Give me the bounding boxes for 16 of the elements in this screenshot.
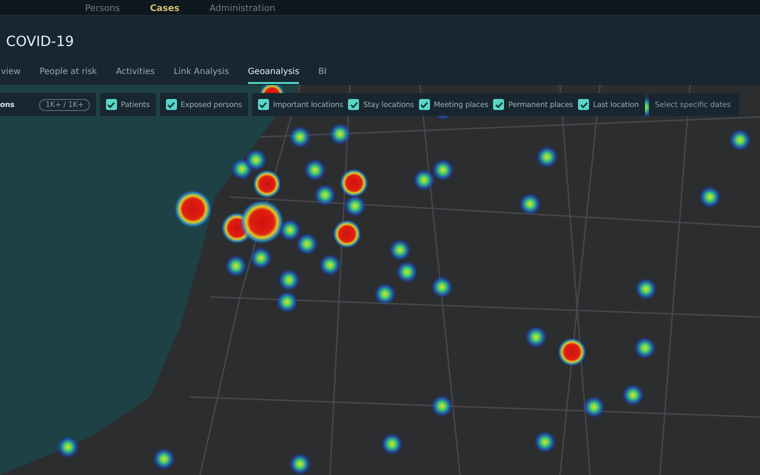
tab[interactable]: Activities	[116, 67, 155, 84]
tab[interactable]: People at risk	[40, 67, 97, 84]
tab[interactable]: Link Analysis	[174, 67, 229, 84]
checkbox-icon[interactable]	[578, 99, 590, 110]
nav-link[interactable]: Administration	[209, 4, 276, 16]
nav-link[interactable]: Cases	[150, 4, 180, 16]
checkbox-icon[interactable]	[348, 99, 360, 110]
checkbox-icon[interactable]	[166, 99, 177, 110]
checkbox-icon[interactable]	[106, 99, 117, 110]
checkbox-icon[interactable]	[493, 99, 504, 110]
tab[interactable]: view	[1, 67, 21, 84]
checkbox-icon[interactable]	[258, 99, 269, 110]
checkbox-icon[interactable]	[418, 99, 430, 110]
page-title: COVID-19	[5, 33, 75, 52]
nav-link[interactable]: Persons	[85, 4, 120, 16]
tab[interactable]: BI	[318, 67, 327, 84]
